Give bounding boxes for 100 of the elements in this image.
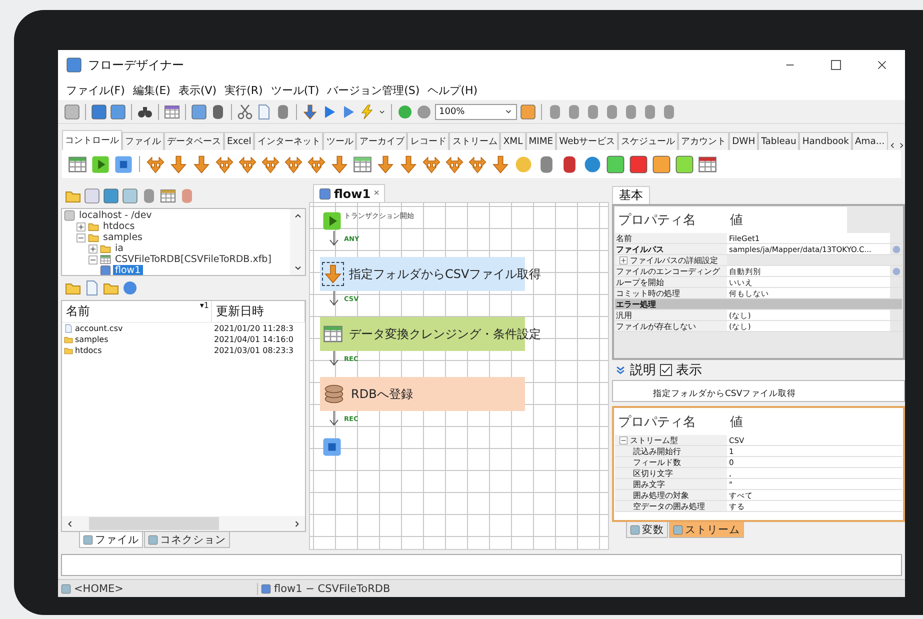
palette-tab[interactable]: レコード <box>407 132 450 150</box>
expand-icon <box>76 222 86 232</box>
branch-arrow-icon <box>215 154 234 174</box>
tree-item[interactable]: flow1 <box>113 265 143 275</box>
description-text: 指定フォルダからCSVファイル取得 <box>612 380 905 402</box>
down-arrow-icon <box>399 154 418 174</box>
file-name[interactable]: samples <box>75 335 108 344</box>
status-flow: flow1 − CSVFileToRDB <box>274 582 390 594</box>
property-name: ストリーム型 <box>630 434 678 446</box>
start-icon <box>91 154 110 174</box>
palette-tab[interactable]: Excel <box>224 132 254 150</box>
column-header[interactable]: 更新日時 <box>212 301 305 322</box>
menu-item[interactable]: ヘルプ(H) <box>424 82 482 98</box>
down-arrow-icon <box>376 154 395 174</box>
palette-tab[interactable]: DWH <box>729 132 758 150</box>
palette-tab[interactable]: XML <box>500 132 526 150</box>
property-name: ファイルのエンコーディング <box>615 266 727 276</box>
branch-arrow-icon <box>261 154 280 174</box>
tree-item[interactable]: htdocs <box>101 221 137 232</box>
properties-tab[interactable]: 基本 <box>612 186 650 204</box>
grid-icon <box>160 188 176 204</box>
menu-item[interactable]: 実行(R) <box>220 82 267 98</box>
palette-tab[interactable]: ツール <box>323 132 356 150</box>
zoom-select[interactable]: 100% <box>435 104 517 120</box>
column-header: 値 <box>727 207 847 233</box>
panel-tab[interactable]: コネクション <box>144 532 230 548</box>
maximize-icon <box>830 59 842 71</box>
property-name: ループを開始 <box>615 277 727 287</box>
window-title: フローデザイナー <box>88 56 184 74</box>
palette-tab[interactable]: Handbook <box>799 132 852 150</box>
collapse-icon <box>76 232 86 242</box>
panel-tab[interactable]: 変数 <box>626 522 668 538</box>
column-header[interactable]: 名前 ▾1 <box>62 301 212 322</box>
menu-item[interactable]: 表示(V) <box>174 82 221 98</box>
tree-item[interactable]: samples <box>101 232 144 243</box>
column-header: プロパティ名 <box>615 207 727 233</box>
tree-item[interactable]: localhost - /dev <box>77 210 154 221</box>
palette-tab[interactable]: データベース <box>164 132 224 150</box>
editor-tab[interactable]: flow1 × <box>313 184 386 202</box>
palette-tab[interactable]: アカウント <box>678 132 730 150</box>
status-location: <HOME> <box>74 582 124 594</box>
property-name: 読込み開始行 <box>615 446 727 456</box>
palette-tab[interactable]: MIME <box>526 132 556 150</box>
end-node-icon <box>322 437 342 457</box>
down-arrow-icon <box>330 154 349 174</box>
document-icon <box>84 280 100 296</box>
back-icon <box>397 104 413 120</box>
globe-icon <box>583 154 602 174</box>
step-label: 指定フォルダからCSVファイル取得 <box>349 266 542 282</box>
step-label: RDBへ登録 <box>351 386 413 402</box>
show-label: 表示 <box>676 362 702 379</box>
double-chevron-down-icon <box>615 364 626 376</box>
file-date: 2021/04/01 14:16:0 <box>213 335 294 344</box>
collapse-icon <box>88 254 98 264</box>
end-icon <box>114 154 133 174</box>
ellipsis-button-icon <box>892 266 900 276</box>
menu-item[interactable]: 編集(E) <box>128 82 174 98</box>
description-label: 説明 <box>630 362 656 379</box>
caret-icon <box>378 108 386 116</box>
table-icon <box>353 154 372 174</box>
palette-tab[interactable]: Tableau <box>758 132 800 150</box>
bolt-icon <box>359 104 375 120</box>
file-name[interactable]: account.csv <box>75 324 123 333</box>
sort-indicator: ▾1 <box>200 301 209 310</box>
property-name: 空データの囲み処理 <box>615 501 727 511</box>
palette-tab[interactable]: ストリーム <box>449 132 500 150</box>
scrollbar-thumb[interactable] <box>89 517 219 530</box>
file-date: 2021/01/20 11:28:3 <box>213 324 294 333</box>
menu-item[interactable]: バージョン管理(S) <box>323 82 424 98</box>
panel-tab[interactable]: ストリーム <box>669 522 744 538</box>
palette-tab[interactable]: Ama... <box>852 132 888 150</box>
file-name[interactable]: htdocs <box>75 346 102 355</box>
palette-tab[interactable]: インターネット <box>254 132 324 150</box>
show-checkbox[interactable] <box>660 364 672 376</box>
collapse-icon <box>619 436 628 444</box>
mapper-icon <box>68 154 87 174</box>
tree-item[interactable]: CSVFileToRDB[CSVFileToRDB.xfb] <box>113 254 274 265</box>
palette-tab[interactable]: Webサービス <box>556 132 618 150</box>
menu-item[interactable]: ファイル(F) <box>62 82 129 98</box>
file-date: 2021/03/01 08:23:3 <box>213 346 294 355</box>
close-tab-button[interactable]: × <box>374 188 380 199</box>
property-name: ファイルパスの詳細設定 <box>630 254 718 266</box>
input-field[interactable] <box>61 554 902 576</box>
panel-tab[interactable]: ファイル <box>79 532 143 548</box>
down-arrow-icon <box>192 154 211 174</box>
property-name: ファイルが存在しない <box>615 321 727 331</box>
down-arrow-icon <box>491 154 510 174</box>
palette-tab[interactable]: アーカイブ <box>356 132 408 150</box>
property-name: 汎用 <box>615 310 727 320</box>
folder-icon <box>100 243 111 254</box>
branch-arrow-icon <box>146 154 165 174</box>
table-icon <box>698 154 717 174</box>
palette-tab[interactable]: コントロール <box>62 130 122 150</box>
palette-tab[interactable]: ファイル <box>122 132 164 150</box>
tree-item[interactable]: ia <box>113 243 126 254</box>
csv-file-icon <box>64 324 73 333</box>
copy-icon <box>256 104 272 120</box>
palette-tab[interactable]: スケジュール <box>618 132 678 150</box>
property-name: フィールド数 <box>615 457 727 467</box>
menu-item[interactable]: ツール(T) <box>266 82 324 98</box>
